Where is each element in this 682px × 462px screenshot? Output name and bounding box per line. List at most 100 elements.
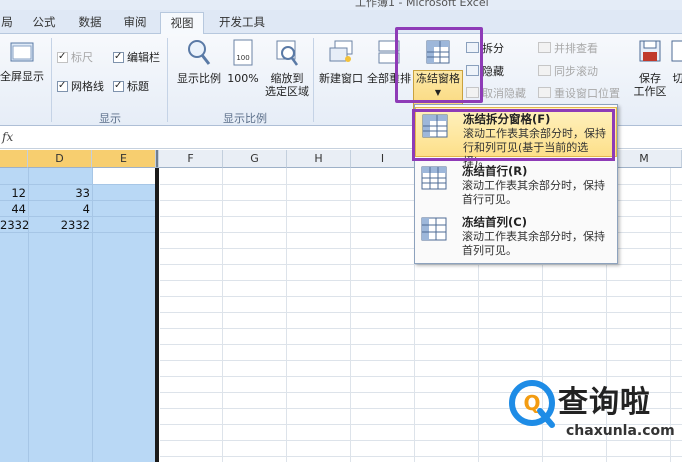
cell-d1[interactable]: 33	[28, 186, 90, 200]
reset-position-label: 重设窗口位置	[554, 87, 620, 100]
gridline	[286, 168, 287, 462]
freeze-divider	[155, 168, 159, 462]
annotation-box-freeze-button	[395, 27, 483, 103]
formula-bar-label: 编辑栏	[127, 51, 160, 64]
svg-text:100: 100	[236, 54, 249, 62]
gridline	[350, 168, 351, 462]
save-workspace-button[interactable]: 保存 工作区	[630, 38, 670, 98]
column-header-f[interactable]: F	[159, 150, 223, 168]
cell-c2[interactable]: 44	[0, 202, 26, 216]
watermark-logo: Q	[509, 380, 555, 428]
svg-text:Q: Q	[523, 391, 540, 415]
save-workspace-label-1: 保存	[639, 72, 661, 85]
active-cell[interactable]	[92, 168, 155, 184]
magnifier-icon	[188, 40, 211, 65]
menu-item-title: 冻结首行(R)	[462, 164, 528, 178]
tab-view[interactable]: 视图	[160, 12, 204, 35]
zoom-selection-button[interactable]: 缩放到 选定区域	[262, 38, 312, 98]
tab-review[interactable]: 审阅	[119, 12, 151, 34]
headings-label: 标题	[127, 80, 149, 93]
gridline	[0, 232, 155, 233]
gridline	[0, 184, 155, 185]
headings-checkbox[interactable]: 标题	[113, 79, 149, 94]
cell-d3[interactable]: 2332	[28, 218, 90, 232]
cell-c1[interactable]: 12	[0, 186, 26, 200]
formula-bar-checkbox[interactable]: 编辑栏	[113, 50, 160, 65]
gridline	[160, 264, 682, 265]
show-group-label: 显示	[99, 112, 121, 125]
column-header-e[interactable]: E	[92, 150, 156, 168]
gridline	[160, 344, 682, 345]
new-window-icon	[329, 40, 353, 62]
menu-item-freeze-first-column[interactable]: 冻结首列(C) 滚动工作表其余部分时，保持首列可见。	[415, 211, 617, 261]
cell-d2[interactable]: 4	[28, 202, 90, 216]
column-header-g[interactable]: G	[223, 150, 287, 168]
annotation-box-menu-item	[412, 109, 615, 161]
watermark-url: chaxunla.com	[566, 423, 675, 439]
switch-window-label: 切	[672, 72, 682, 85]
cell-c3[interactable]: 2332	[0, 218, 29, 232]
column-header-d[interactable]: D	[28, 150, 92, 168]
side-by-side-button[interactable]: 并排查看	[538, 41, 598, 56]
hide-label: 隐藏	[482, 65, 504, 78]
zoom-selection-label-2: 选定区域	[265, 85, 309, 98]
fullscreen-icon	[10, 42, 34, 62]
column-header-h[interactable]: H	[287, 150, 351, 168]
gridline	[160, 360, 682, 361]
column-header-m[interactable]: M	[607, 150, 682, 168]
column-header-i[interactable]: I	[351, 150, 415, 168]
switch-window-icon	[671, 40, 682, 62]
zoom-group-label: 显示比例	[223, 112, 267, 125]
reset-position-button[interactable]: 重设窗口位置	[538, 86, 620, 101]
switch-window-button[interactable]: 切	[668, 38, 682, 85]
watermark-brand: 查询啦	[558, 385, 651, 420]
zoom-100-button[interactable]: 100 100%	[226, 38, 260, 85]
menu-item-desc: 滚动工作表其余部分时，保持首行可见。	[462, 179, 605, 206]
page-100-icon: 100	[233, 39, 253, 66]
menu-item-title: 冻结首列(C)	[462, 215, 527, 229]
window-title: 工作簿1 - Microsoft Excel	[355, 0, 489, 9]
ruler-label: 标尺	[71, 51, 93, 64]
check-icon	[57, 79, 68, 93]
gridline	[160, 296, 682, 297]
gridline	[222, 168, 223, 462]
save-workspace-label-2: 工作区	[633, 85, 667, 98]
zoom-button[interactable]: 显示比例	[174, 38, 224, 85]
ribbon-tabs: 局 公式 数据 审阅 视图 开发工具	[0, 10, 682, 35]
check-icon	[113, 50, 124, 64]
fullscreen-button[interactable]: 全屏显示	[0, 40, 48, 83]
freeze-top-row-icon	[421, 166, 447, 190]
sync-scroll-icon	[538, 65, 551, 76]
fx-icon: fx	[2, 130, 14, 144]
ruler-checkbox[interactable]: 标尺	[57, 50, 93, 65]
split-label: 拆分	[482, 42, 504, 55]
tab-developer[interactable]: 开发工具	[214, 12, 270, 34]
tab-layout[interactable]: 局	[0, 12, 18, 34]
check-icon	[57, 50, 68, 64]
tab-formulas[interactable]: 公式	[28, 12, 60, 34]
reset-position-icon	[538, 87, 551, 98]
gridlines-checkbox[interactable]: 网格线	[57, 79, 104, 94]
title-bar: 工作簿1 - Microsoft Excel	[0, 0, 682, 10]
unhide-label: 取消隐藏	[482, 87, 526, 100]
zoom-selection-icon	[276, 40, 299, 66]
separator	[167, 38, 168, 122]
gridline	[160, 280, 682, 281]
column-header-c[interactable]	[0, 150, 28, 168]
sync-scroll-button[interactable]: 同步滚动	[538, 64, 598, 79]
new-window-label: 新建窗口	[319, 72, 363, 85]
gridline	[92, 168, 93, 462]
separator	[313, 38, 314, 122]
freeze-first-column-icon	[421, 217, 447, 241]
menu-item-freeze-top-row[interactable]: 冻结首行(R) 滚动工作表其余部分时，保持首行可见。	[415, 160, 617, 210]
tab-data[interactable]: 数据	[74, 12, 106, 34]
menu-item-desc: 滚动工作表其余部分时，保持首列可见。	[462, 230, 605, 257]
gridline	[0, 200, 155, 201]
new-window-button[interactable]: 新建窗口	[316, 38, 366, 85]
side-by-side-label: 并排查看	[554, 42, 598, 55]
gridline	[160, 328, 682, 329]
zoom-selection-label-1: 缩放到	[270, 72, 304, 85]
side-by-side-icon	[538, 42, 551, 53]
check-icon	[113, 79, 124, 93]
zoom-label: 显示比例	[177, 72, 221, 85]
